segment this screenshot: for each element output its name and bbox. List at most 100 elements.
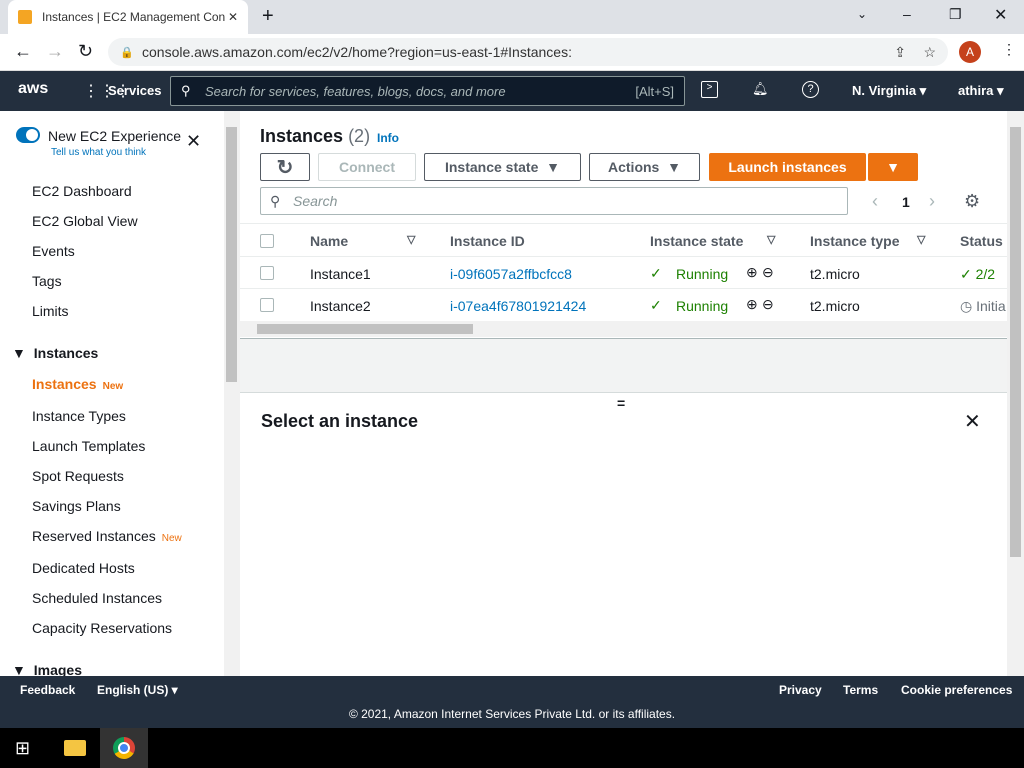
search-icon: ⚲ xyxy=(270,192,281,209)
new-experience-toggle[interactable] xyxy=(16,127,40,143)
nav-events[interactable]: Events xyxy=(32,243,75,259)
cookie-preferences-link[interactable]: Cookie preferences xyxy=(901,683,1012,697)
aws-logo[interactable]: aws xyxy=(18,80,48,98)
check-circle-icon: ✓ xyxy=(650,265,662,281)
instance-search-input[interactable]: ⚲ Search xyxy=(260,187,848,215)
nav-spot-requests[interactable]: Spot Requests xyxy=(32,468,124,484)
zoom-in-icon[interactable]: ⊕ xyxy=(746,296,758,313)
actions-button[interactable]: Actions ▼ xyxy=(589,153,700,181)
launch-dropdown-button[interactable]: ▼ xyxy=(868,153,918,181)
filter-icon[interactable]: ▽ xyxy=(917,233,925,246)
new-tab-icon[interactable]: + xyxy=(262,5,274,28)
zoom-in-icon[interactable]: ⊕ xyxy=(746,264,758,281)
zoom-out-icon[interactable]: ⊖ xyxy=(762,296,774,313)
back-icon[interactable]: ← xyxy=(14,41,32,62)
chrome-icon[interactable] xyxy=(100,728,148,768)
connect-button[interactable]: Connect xyxy=(318,153,416,181)
share-icon[interactable]: ⇪ xyxy=(894,44,906,61)
instance-name: Instance2 xyxy=(310,298,371,314)
table-horizontal-scrollbar[interactable] xyxy=(240,321,1007,337)
nav-savings-plans[interactable]: Savings Plans xyxy=(32,498,121,514)
launch-instances-button[interactable]: Launch instances xyxy=(709,153,866,181)
copyright: © 2021, Amazon Internet Services Private… xyxy=(348,707,676,721)
nav-instance-types[interactable]: Instance Types xyxy=(32,408,126,424)
url-field[interactable]: 🔒 console.aws.amazon.com/ec2/v2/home?regi… xyxy=(108,38,948,66)
help-icon[interactable]: ? xyxy=(802,81,819,98)
bookmark-star-icon[interactable]: ☆ xyxy=(923,44,936,61)
terms-link[interactable]: Terms xyxy=(843,683,878,697)
nav-ec2-global-view[interactable]: EC2 Global View xyxy=(32,213,138,229)
services-menu[interactable]: Services xyxy=(108,83,162,98)
zoom-out-icon[interactable]: ⊖ xyxy=(762,264,774,281)
search-placeholder: Search xyxy=(293,193,338,209)
next-page-icon[interactable]: › xyxy=(929,191,935,212)
nav-tags[interactable]: Tags xyxy=(32,273,62,289)
nav-capacity-reservations[interactable]: Capacity Reservations xyxy=(32,620,172,636)
browser-tab-bar: Instances | EC2 Management Con ✕ + ⌄ – ❐… xyxy=(0,0,1024,34)
account-menu[interactable]: athira ▾ xyxy=(958,83,1004,99)
detail-panel-title: Select an instance xyxy=(261,411,419,431)
tab-search-icon[interactable]: ⌄ xyxy=(857,7,867,21)
section-images[interactable]: ▼ Images xyxy=(12,662,82,676)
windows-taskbar: ⊞ xyxy=(0,728,1024,768)
close-sidebar-icon[interactable]: ✕ xyxy=(186,131,201,152)
address-bar: ← → ↻ 🔒 console.aws.amazon.com/ec2/v2/hom… xyxy=(0,34,1024,71)
instance-id-link[interactable]: i-07ea4f67801921424 xyxy=(450,298,586,314)
nav-limits[interactable]: Limits xyxy=(32,303,69,319)
column-header-instance-type[interactable]: Instance type xyxy=(810,233,899,249)
sidebar: New EC2 Experience Tell us what you thin… xyxy=(0,111,224,676)
column-header-name[interactable]: Name xyxy=(310,233,348,249)
info-link[interactable]: Info xyxy=(377,131,399,145)
column-header-status[interactable]: Status xyxy=(960,233,1003,249)
profile-avatar[interactable]: A xyxy=(959,41,981,63)
global-search-input[interactable]: ⚲ Search for services, features, blogs, d… xyxy=(170,76,685,106)
nav-launch-templates[interactable]: Launch Templates xyxy=(32,438,145,454)
instance-id-link[interactable]: i-09f6057a2ffbcfcc8 xyxy=(450,266,572,282)
region-selector[interactable]: N. Virginia ▾ xyxy=(852,83,926,99)
notifications-bell-icon[interactable]: 🔔︎ xyxy=(752,81,769,97)
reload-icon[interactable]: ↻ xyxy=(78,41,93,62)
column-header-instance-id[interactable]: Instance ID xyxy=(450,233,525,249)
windows-start-icon[interactable]: ⊞ xyxy=(15,738,30,759)
feedback-link[interactable]: Tell us what you think xyxy=(51,147,146,158)
language-selector[interactable]: English (US) ▾ xyxy=(97,683,178,697)
prev-page-icon[interactable]: ‹ xyxy=(872,191,878,212)
column-header-instance-state[interactable]: Instance state xyxy=(650,233,743,249)
nav-ec2-dashboard[interactable]: EC2 Dashboard xyxy=(32,183,132,199)
menu-icon[interactable]: ⋮ xyxy=(1002,41,1016,58)
filter-icon[interactable]: ▽ xyxy=(767,233,775,246)
close-tab-icon[interactable]: ✕ xyxy=(228,10,238,24)
shortcut-hint: [Alt+S] xyxy=(635,83,674,99)
main-scrollbar[interactable] xyxy=(1007,111,1024,676)
row-checkbox[interactable] xyxy=(260,266,274,280)
filter-icon[interactable]: ▽ xyxy=(407,233,415,246)
nav-instances[interactable]: Instances New xyxy=(32,376,123,392)
url-text: console.aws.amazon.com/ec2/v2/home?regio… xyxy=(142,44,572,60)
nav-scheduled-instances[interactable]: Scheduled Instances xyxy=(32,590,162,606)
instance-state: Running xyxy=(676,298,729,314)
section-label: Instances xyxy=(33,345,99,361)
row-checkbox[interactable] xyxy=(260,298,274,312)
sidebar-scrollbar[interactable] xyxy=(224,111,240,676)
instance-state-button[interactable]: Instance state ▼ xyxy=(424,153,581,181)
section-instances[interactable]: ▼ Instances xyxy=(12,345,98,361)
nav-reserved-instances[interactable]: Reserved Instances New xyxy=(32,528,182,544)
page-number[interactable]: 1 xyxy=(902,194,910,210)
split-panel-drag-handle[interactable]: = xyxy=(617,395,625,411)
privacy-link[interactable]: Privacy xyxy=(779,683,822,697)
instance-state: Running xyxy=(676,266,729,282)
nav-dedicated-hosts[interactable]: Dedicated Hosts xyxy=(32,560,135,576)
browser-tab[interactable]: Instances | EC2 Management Con ✕ xyxy=(8,0,248,34)
file-explorer-icon[interactable] xyxy=(64,740,86,756)
title-text: Instances xyxy=(260,126,344,146)
close-detail-icon[interactable]: ✕ xyxy=(964,409,981,434)
forward-icon[interactable]: → xyxy=(46,41,64,62)
maximize-icon[interactable]: ❐ xyxy=(949,6,962,23)
settings-gear-icon[interactable]: ⚙ xyxy=(964,191,980,212)
close-window-icon[interactable]: ✕ xyxy=(994,5,1007,25)
select-all-checkbox[interactable] xyxy=(260,234,274,248)
cloudshell-icon[interactable]: > xyxy=(701,81,718,98)
footer-feedback-link[interactable]: Feedback xyxy=(20,683,75,697)
minimize-icon[interactable]: – xyxy=(903,6,911,22)
refresh-button[interactable]: ↻ xyxy=(260,153,310,181)
